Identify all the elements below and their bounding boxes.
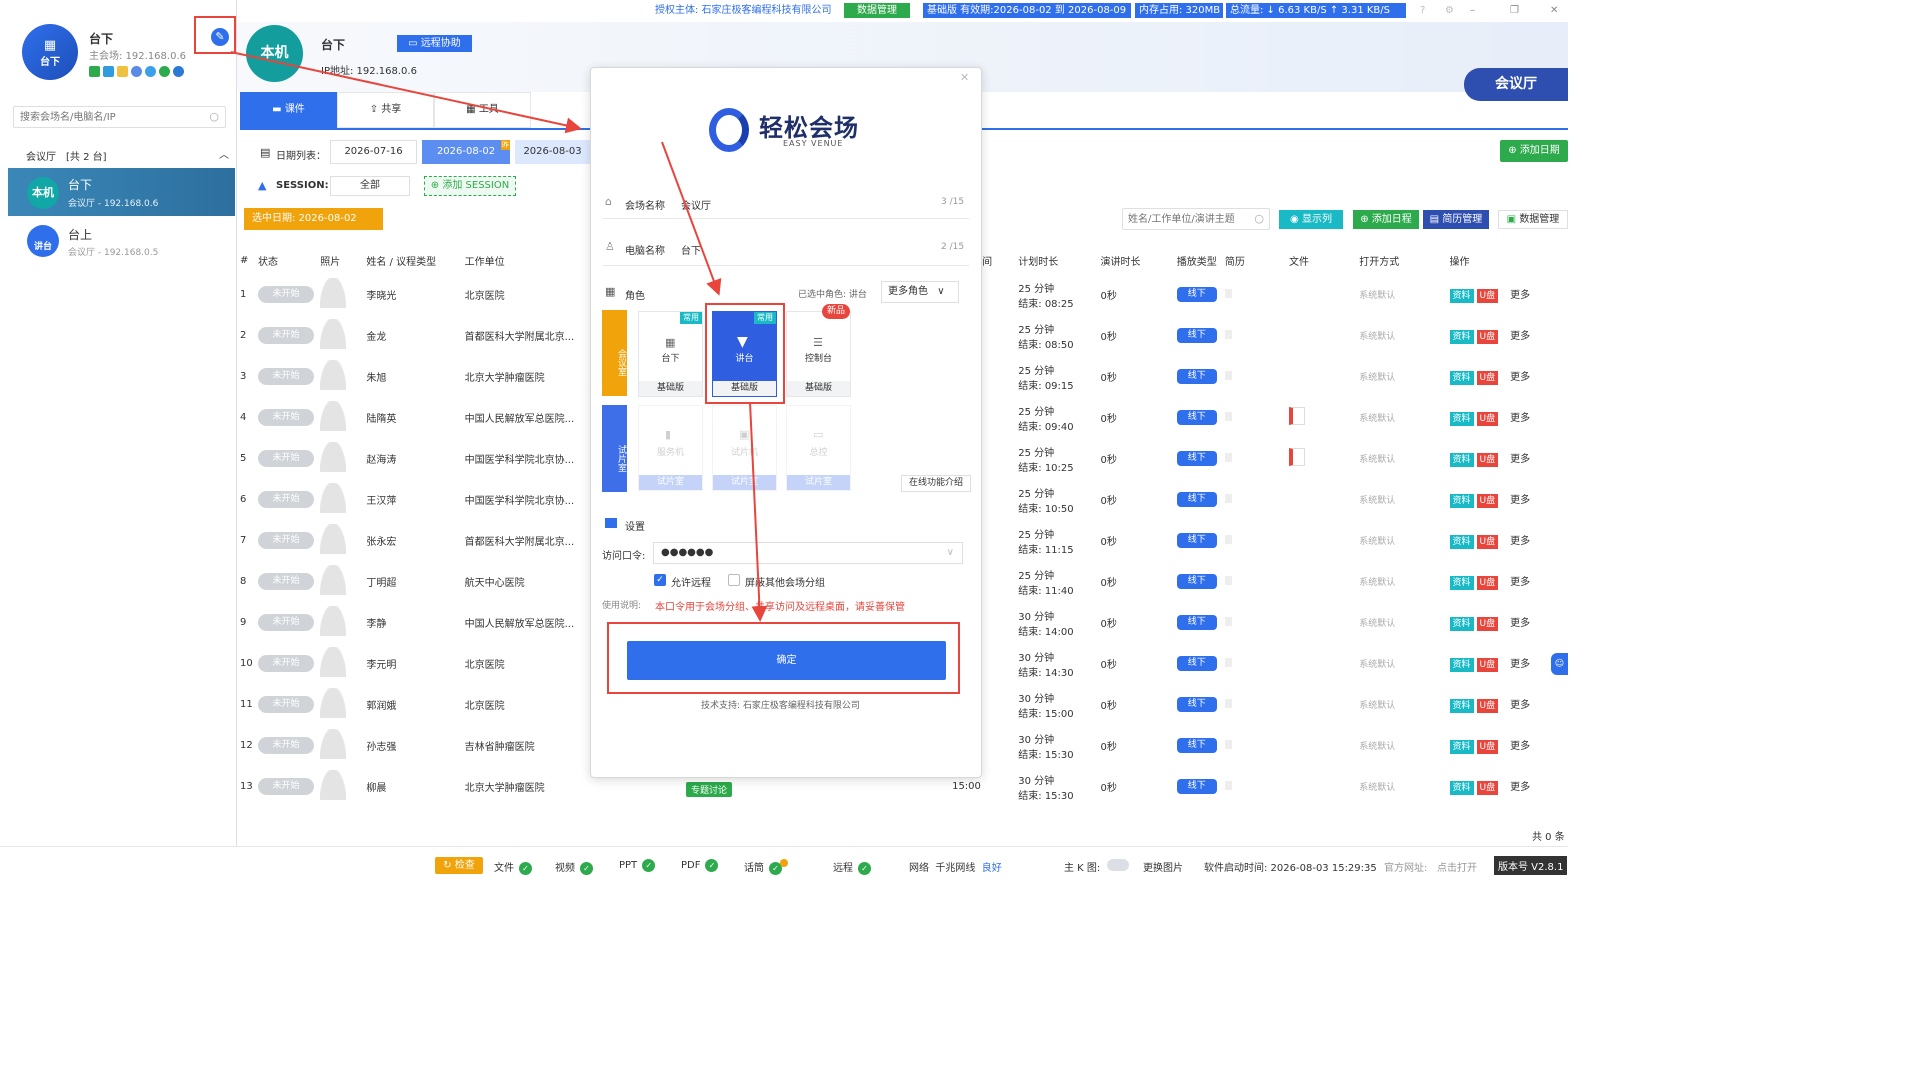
arrow-logo-to-podium — [661, 141, 722, 296]
status-pdf: PDF ✓ — [681, 859, 719, 872]
open-website-link[interactable]: 点击打开 — [1437, 859, 1477, 874]
k-label: 主 K 图: — [1064, 863, 1101, 874]
net-state: 良好 — [981, 863, 1002, 874]
status-video-label: 视频 — [555, 863, 575, 874]
check-icon: ✓ — [705, 859, 719, 872]
guide-arrows — [230, 51, 768, 622]
status-ppt-label: PPT — [619, 860, 638, 871]
check-icon: ✓ — [519, 862, 532, 875]
check-icon: ✓ — [858, 862, 871, 875]
status-network-label: 网络 — [909, 863, 929, 874]
arrow-edit-to-dialog — [230, 51, 582, 134]
status-remote-label: 远程 — [833, 863, 853, 874]
status-ppt: PPT ✓ — [619, 859, 656, 872]
website-label: 官方网址: — [1384, 863, 1428, 874]
start-time: 软件启动时间: 2026-08-03 15:29:35 — [1204, 863, 1377, 874]
check-icon: ✓ — [642, 859, 656, 872]
check-button[interactable]: ↻ 检查 — [435, 857, 483, 874]
warning-icon — [780, 859, 788, 867]
status-network: 网络 千兆网线 良好 — [909, 859, 1002, 874]
check-icon: ✓ — [580, 862, 593, 875]
version-badge: 版本号 V2.8.1 — [1494, 856, 1568, 875]
status-file-label: 文件 — [494, 863, 514, 874]
status-file: 文件 ✓ — [494, 859, 532, 875]
change-picture-button[interactable]: 更换图片 — [1143, 859, 1183, 874]
arrow-podium-to-confirm — [749, 401, 768, 622]
k-toggle[interactable] — [1107, 859, 1129, 871]
status-video: 视频 ✓ — [555, 859, 593, 875]
status-bar: ↻ 检查 文件 ✓ 视频 ✓ PPT ✓ PDF ✓ 话筒 ✓ 远程 ✓ 网络 千兆网线 良… — [0, 846, 1568, 878]
status-pdf-label: PDF — [681, 860, 701, 871]
check-label: 检查 — [454, 860, 475, 871]
status-remote: 远程 ✓ — [833, 859, 871, 875]
status-mic: 话筒 ✓ — [744, 859, 788, 875]
net-type: 千兆网线 — [935, 863, 976, 874]
status-mic-label: 话筒 — [744, 863, 764, 874]
